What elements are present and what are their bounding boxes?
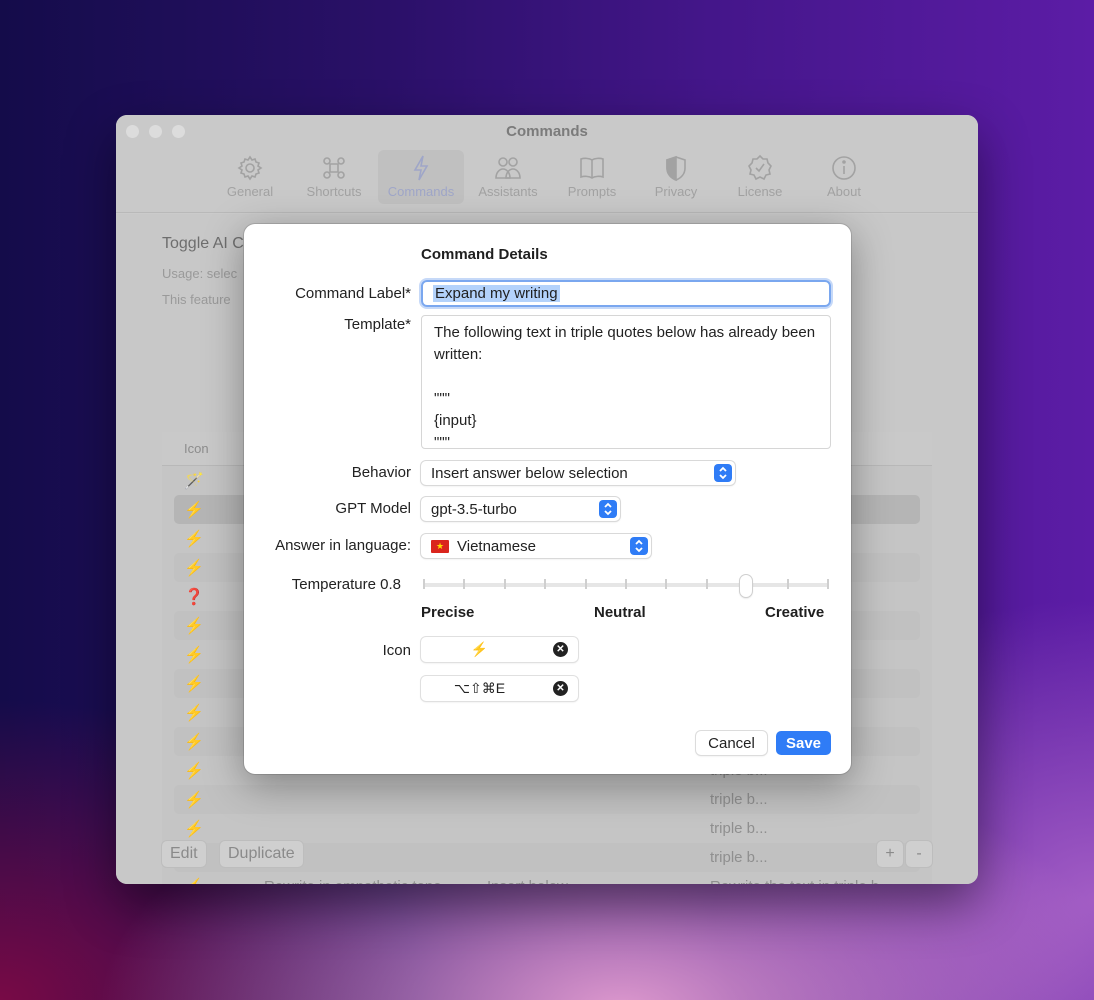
tab-privacy[interactable]: Privacy <box>636 150 716 204</box>
bolt-icon <box>407 154 435 182</box>
slider-thumb[interactable] <box>740 575 753 597</box>
tab-prompts[interactable]: Prompts <box>552 150 632 204</box>
vn-flag-icon <box>431 539 449 553</box>
slider-tick <box>827 579 829 589</box>
titlebar: Commands General Shortcuts Commands Assi… <box>116 115 978 213</box>
tab-label: General <box>226 184 274 199</box>
table-row[interactable]: ⚡ triple b... <box>174 814 920 843</box>
bolt-icon: ⚡ <box>470 641 489 657</box>
tab-label: Prompts <box>567 184 617 199</box>
gpt-model-select[interactable]: gpt-3.5-turbo <box>421 497 620 521</box>
add-command-button[interactable]: + <box>877 841 903 867</box>
row-template: Rewrite the text in triple b... <box>710 878 920 884</box>
chevron-up-down-icon <box>630 537 648 555</box>
tab-shortcuts[interactable]: Shortcuts <box>294 150 374 204</box>
tab-about[interactable]: About <box>804 150 884 204</box>
bolt-icon: ⚡ <box>174 877 264 885</box>
command-label-label: Command Label* <box>295 285 411 302</box>
template-label: Template* <box>344 316 411 333</box>
language-select[interactable]: Vietnamese <box>421 534 651 558</box>
shortcut-value: ⌥⇧⌘E <box>453 680 506 696</box>
usage-text: Usage: selec <box>162 266 238 281</box>
row-template: triple b... <box>710 791 768 808</box>
save-button[interactable]: Save <box>776 731 831 755</box>
slider-tick <box>665 579 668 589</box>
book-icon <box>578 154 606 182</box>
row-label: Rewrite in empathetic tone <box>264 878 487 884</box>
icon-picker[interactable]: ⚡ ✕ <box>421 637 578 662</box>
slider-tick <box>786 579 789 589</box>
scale-label-creative: Creative <box>765 604 825 621</box>
behavior-label: Behavior <box>351 464 411 481</box>
row-behavior: Insert below <box>487 878 710 884</box>
behavior-select[interactable]: Insert answer below selection <box>421 461 735 485</box>
tab-commands[interactable]: Commands <box>378 150 464 204</box>
tab-label: About <box>827 184 861 199</box>
scale-label-neutral: Neutral <box>594 604 646 621</box>
language-label: Answer in language: <box>275 537 411 554</box>
bolt-icon: ⚡ <box>184 791 204 809</box>
table-row[interactable]: ⚡Rewrite in empathetic toneInsert belowR… <box>174 872 920 884</box>
command-label-input[interactable]: Expand my writing <box>421 280 831 307</box>
edit-button[interactable]: Edit <box>162 841 206 867</box>
bolt-icon: ⚡ <box>184 820 204 838</box>
gear-icon <box>236 154 264 182</box>
duplicate-button[interactable]: Duplicate <box>220 841 303 867</box>
info-icon <box>830 154 858 182</box>
tab-label: License <box>737 184 783 199</box>
tab-label: Privacy <box>654 184 698 199</box>
slider-tick <box>463 579 466 589</box>
gpt-model-value: gpt-3.5-turbo <box>431 500 517 518</box>
preferences-toolbar: General Shortcuts Commands Assistants Pr… <box>116 150 978 204</box>
section-title: Toggle AI C <box>162 235 244 252</box>
gpt-model-label: GPT Model <box>335 500 411 517</box>
cancel-button[interactable]: Cancel <box>696 731 767 755</box>
chevron-up-down-icon <box>714 464 732 482</box>
chevron-up-down-icon <box>599 500 617 518</box>
temperature-label: Temperature 0.8 <box>291 576 401 593</box>
slider-tick <box>625 579 627 589</box>
command-details-dialog: Command Details Command Label* Expand my… <box>244 224 851 774</box>
command-key-icon <box>320 154 348 182</box>
slider-tick <box>503 579 506 589</box>
icon-label: Icon <box>382 642 411 659</box>
clear-icon-button[interactable]: ✕ <box>553 642 568 657</box>
window-title: Commands <box>506 123 588 140</box>
feature-text: This feature <box>162 292 231 307</box>
tab-label: Assistants <box>478 184 538 199</box>
slider-tick <box>584 579 587 589</box>
clear-shortcut-button[interactable]: ✕ <box>553 681 568 696</box>
dialog-title: Command Details <box>421 246 548 263</box>
table-row[interactable]: ⚡ triple b... <box>174 785 920 814</box>
language-value: Vietnamese <box>457 537 536 555</box>
tab-label: Shortcuts <box>306 184 362 199</box>
template-textarea[interactable]: The following text in triple quotes belo… <box>421 315 831 449</box>
people-icon <box>494 154 522 182</box>
remove-command-button[interactable]: - <box>906 841 932 867</box>
tab-assistants[interactable]: Assistants <box>468 150 548 204</box>
scale-label-precise: Precise <box>421 604 475 621</box>
temperature-slider[interactable] <box>421 575 831 597</box>
row-template: triple b... <box>710 820 768 837</box>
slider-tick <box>423 579 425 589</box>
command-label-value: Expand my writing <box>433 285 560 302</box>
shield-icon <box>662 154 690 182</box>
tab-license[interactable]: License <box>720 150 800 204</box>
badge-check-icon <box>746 154 774 182</box>
slider-tick <box>705 579 708 589</box>
tab-general[interactable]: General <box>210 150 290 204</box>
slider-tick <box>544 579 547 589</box>
column-header-icon[interactable]: Icon <box>162 441 209 456</box>
shortcut-recorder[interactable]: ⌥⇧⌘E ✕ <box>421 676 578 701</box>
behavior-value: Insert answer below selection <box>431 464 628 482</box>
tab-label: Commands <box>387 184 455 199</box>
